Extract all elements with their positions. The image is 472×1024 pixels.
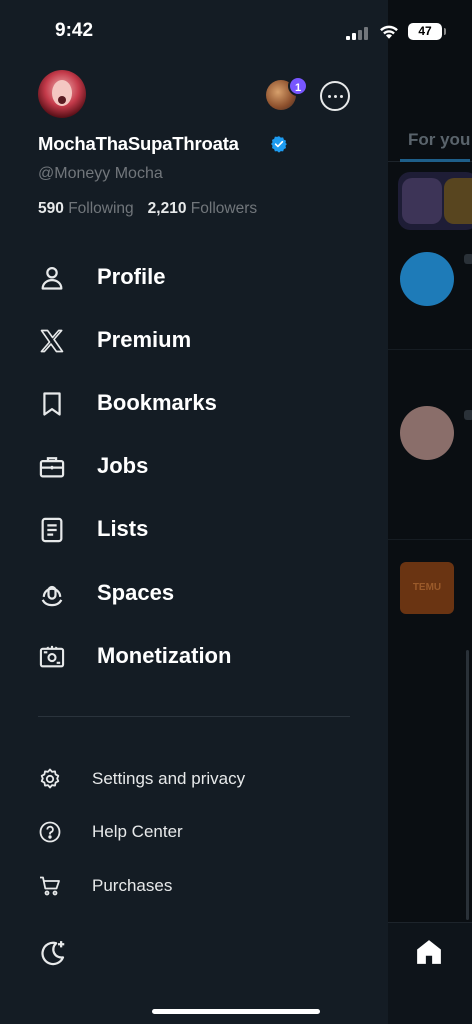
profile-avatar[interactable]	[38, 70, 86, 118]
following-link[interactable]: 590 Following	[38, 200, 134, 217]
battery-indicator: 47	[408, 23, 446, 40]
nav-item-spaces[interactable]: Spaces	[0, 568, 388, 618]
nav-item-monetization[interactable]: Monetization	[0, 631, 388, 681]
nav-label: Spaces	[97, 580, 175, 605]
dot	[340, 95, 343, 98]
follow-stats: 590 Following 2,210 Followers	[38, 200, 257, 218]
nav-label: Lists	[97, 516, 149, 541]
verified-badge-icon	[271, 136, 287, 153]
following-count: 590	[38, 200, 64, 217]
navigation-drawer: 1 MochaThaSupaThroata @Moneyy Mocha 590 …	[0, 0, 388, 1024]
nav-label: Monetization	[97, 643, 232, 668]
dot	[334, 95, 337, 98]
space-avatar	[444, 178, 472, 224]
post-text	[464, 254, 472, 264]
followers-count: 2,210	[147, 200, 187, 217]
moon-display-icon[interactable]	[38, 938, 68, 968]
wifi-icon	[380, 25, 398, 39]
gear-icon	[40, 768, 60, 789]
display-name[interactable]: MochaThaSupaThroata	[38, 133, 239, 155]
person-icon	[41, 266, 63, 290]
briefcase-icon	[39, 457, 65, 478]
settings-label: Settings and privacy	[92, 769, 246, 788]
bottom-tab-bar	[388, 922, 472, 1024]
nav-label: Premium	[97, 327, 192, 352]
dot	[328, 95, 331, 98]
account-notification-badge: 1	[288, 76, 308, 96]
help-icon	[39, 821, 61, 843]
scrollbar[interactable]	[466, 650, 469, 920]
nav-label: Profile	[97, 264, 166, 289]
nav-item-lists[interactable]: Lists	[0, 504, 388, 554]
nav-item-bookmarks[interactable]: Bookmarks	[0, 378, 388, 428]
help-center-label: Help Center	[92, 822, 183, 841]
more-accounts-button[interactable]	[320, 81, 350, 111]
post-avatar	[400, 406, 454, 460]
bookmark-icon	[43, 392, 61, 416]
x-logo-icon	[40, 329, 64, 353]
avatar-mouth	[58, 96, 66, 104]
feed-post[interactable]	[388, 380, 472, 540]
home-indicator[interactable]	[152, 1009, 320, 1014]
post-avatar	[400, 252, 454, 306]
help-center-item[interactable]: Help Center	[0, 810, 388, 852]
feed-post[interactable]	[388, 240, 472, 350]
home-icon[interactable]	[414, 937, 444, 967]
followers-link[interactable]: 2,210 Followers	[148, 200, 257, 217]
followers-label: Followers	[190, 200, 258, 217]
cellular-signal-icon	[346, 26, 372, 40]
nav-item-profile[interactable]: Profile	[0, 252, 388, 302]
nav-item-premium[interactable]: Premium	[0, 315, 388, 365]
nav-label: Jobs	[97, 453, 149, 478]
spaces-mic-icon	[41, 585, 63, 607]
post-text	[464, 410, 472, 420]
settings-and-privacy-item[interactable]: Settings and privacy	[0, 757, 388, 799]
ad-avatar: TEMU	[400, 562, 454, 614]
cart-icon	[40, 876, 60, 896]
tab-for-you[interactable]: For you	[408, 130, 470, 150]
purchases-label: Purchases	[92, 876, 173, 895]
nav-item-jobs[interactable]: Jobs	[0, 441, 388, 491]
user-handle: @Moneyy Mocha	[38, 165, 163, 182]
feed-tabs: For you	[388, 112, 472, 162]
spaces-bar[interactable]	[398, 172, 472, 230]
nav-label: Bookmarks	[97, 390, 217, 415]
section-divider	[38, 716, 350, 717]
money-icon	[39, 645, 65, 668]
following-label: Following	[68, 200, 134, 217]
purchases-item[interactable]: Purchases	[0, 864, 388, 906]
status-time: 9:42	[55, 20, 94, 41]
active-tab-indicator	[400, 159, 470, 162]
list-icon	[41, 517, 63, 543]
space-avatar	[402, 178, 442, 224]
status-bar: 9:42 47	[0, 0, 472, 60]
